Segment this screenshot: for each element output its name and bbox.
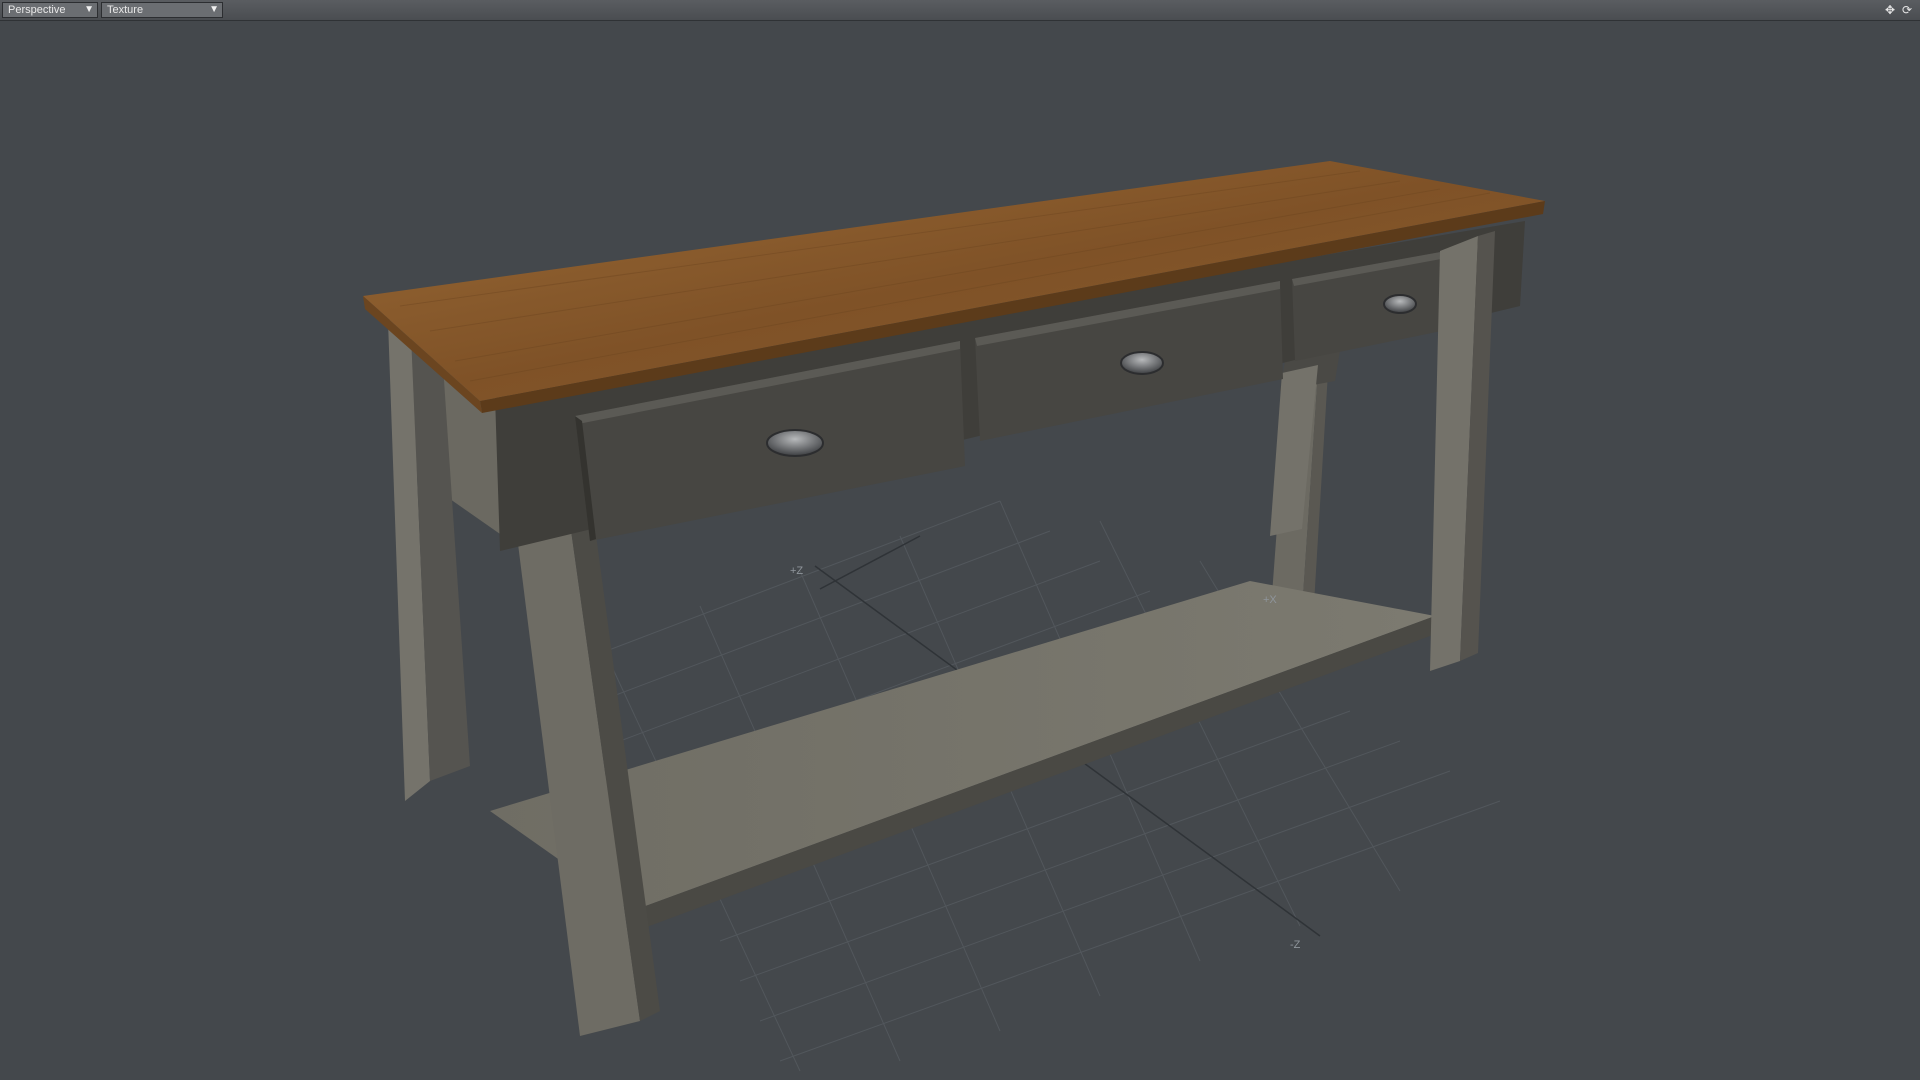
axis-label-plus-z: +Z <box>790 565 804 577</box>
shading-mode-dropdown[interactable]: Texture ▼ <box>101 2 223 18</box>
drawer-handle-right <box>1383 294 1417 314</box>
chevron-down-icon: ▼ <box>209 4 219 15</box>
axis-label-minus-z: -Z <box>1290 939 1301 951</box>
rotate-view-icon[interactable]: ⟳ <box>1900 3 1914 17</box>
3d-viewport[interactable]: +Z +X -Z <box>0 21 1920 1080</box>
move-view-icon[interactable]: ✥ <box>1883 3 1897 17</box>
drawer-handle-left <box>766 429 824 457</box>
scene-canvas <box>363 161 1545 1072</box>
view-mode-dropdown[interactable]: Perspective ▼ <box>2 2 98 18</box>
shading-mode-value: Texture <box>107 4 144 16</box>
chevron-down-icon: ▼ <box>84 4 94 15</box>
axis-label-plus-x: +X <box>1263 594 1277 606</box>
drawer-handle-center <box>1120 351 1164 375</box>
view-mode-value: Perspective <box>8 4 66 16</box>
viewport-toolbar: Perspective ▼ Texture ▼ ✥ ⟳ <box>0 0 1920 21</box>
